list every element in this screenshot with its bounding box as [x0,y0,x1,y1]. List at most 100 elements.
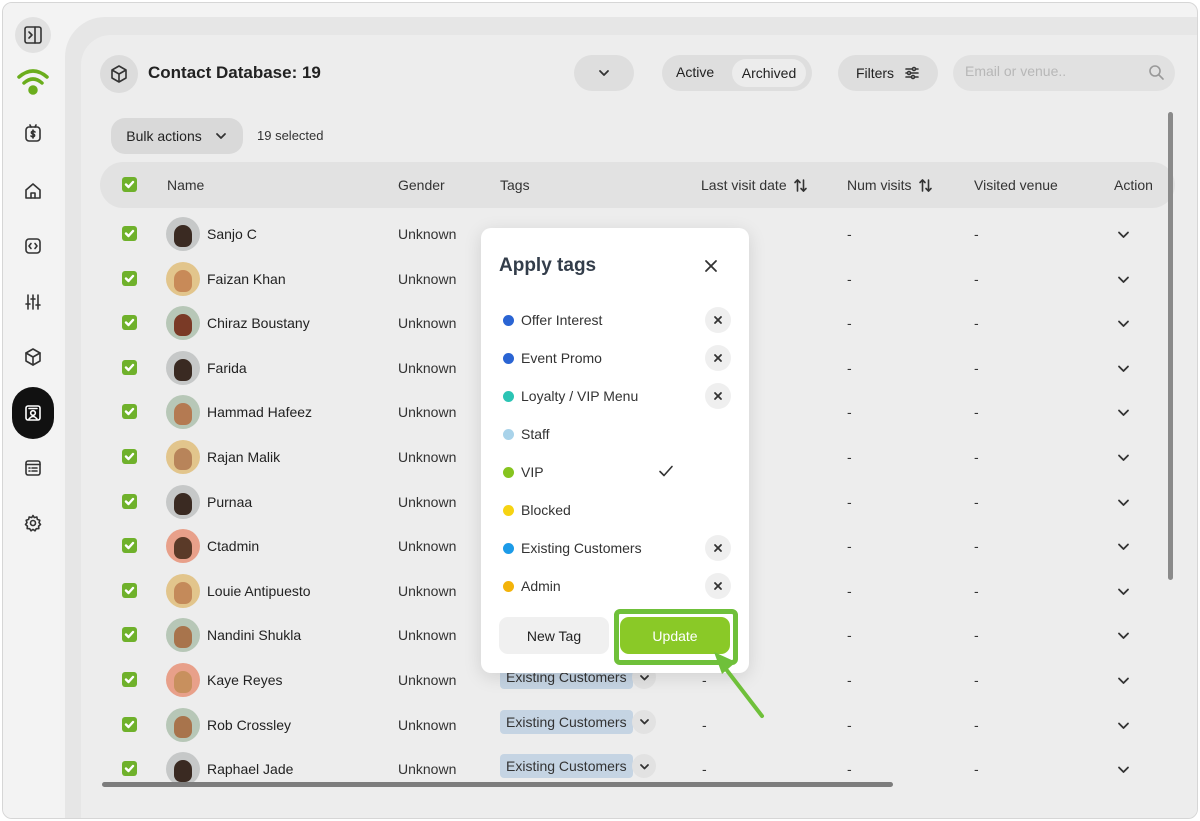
row-action-button[interactable] [1116,718,1131,738]
chevron-down-icon [599,70,609,76]
bulk-actions-button[interactable]: Bulk actions [111,118,243,154]
sidebar-item-billing[interactable] [15,115,51,151]
contact-name[interactable]: Kaye Reyes [207,672,282,688]
row-checkbox[interactable] [122,716,137,732]
remove-tag-button[interactable] [705,383,731,409]
close-dialog-button[interactable] [700,255,722,277]
contact-name[interactable]: Raphael Jade [207,761,293,777]
row-action-button[interactable] [1116,673,1131,693]
sidebar-item-adjustments[interactable] [15,284,51,320]
row-checkbox[interactable] [122,538,137,554]
new-tag-button[interactable]: New Tag [499,617,609,654]
remove-tag-button[interactable] [705,573,731,599]
row-action-button[interactable] [1116,450,1131,470]
row-checkbox[interactable] [122,672,137,687]
select-all-checkbox[interactable] [122,177,137,192]
page-title: Contact Database: 19 [148,63,321,82]
tag-option[interactable]: Existing Customers [499,533,731,563]
archived-tab[interactable]: Archived [732,59,806,87]
row-action-button[interactable] [1116,762,1131,782]
row-checkbox[interactable] [122,270,137,286]
column-header-name[interactable]: Name [167,177,204,193]
column-header-visited-venue[interactable]: Visited venue [974,177,1058,193]
column-header-num-visits[interactable]: Num visits [847,177,933,193]
close-icon [714,354,722,362]
horizontal-scrollbar[interactable] [102,782,893,787]
contact-name[interactable]: Chiraz Boustany [207,315,310,331]
remove-tag-button[interactable] [705,345,731,371]
sort-icon[interactable] [793,178,808,193]
sort-icon[interactable] [918,178,933,193]
row-action-button[interactable] [1116,227,1131,247]
tag-option[interactable]: Event Promo [499,343,731,373]
tag-option[interactable]: Loyalty / VIP Menu [499,381,731,411]
database-icon [100,55,138,93]
vertical-scrollbar[interactable] [1168,112,1173,580]
tag-option[interactable]: Admin [499,571,731,601]
column-header-tags[interactable]: Tags [500,177,530,193]
row-action-button[interactable] [1116,495,1131,515]
sidebar-item-contacts[interactable] [12,387,54,439]
sidebar-item-code[interactable] [15,228,51,264]
check-icon [124,586,135,594]
row-action-button[interactable] [1116,316,1131,336]
row-action-button[interactable] [1116,405,1131,425]
tag-dropdown-button[interactable] [632,754,656,779]
contact-name[interactable]: Louie Antipuesto [207,583,311,599]
table-row[interactable]: Rob Crossley Unknown Existing Customers - - - [100,702,1175,746]
contact-name[interactable]: Rajan Malik [207,449,280,465]
contact-name[interactable]: Faizan Khan [207,271,286,287]
contact-name[interactable]: Sanjo C [207,226,257,242]
row-action-button[interactable] [1116,361,1131,381]
tag-option[interactable]: Staff [499,419,731,449]
contact-name[interactable]: Rob Crossley [207,717,291,733]
row-checkbox[interactable] [122,226,137,241]
tag-dropdown-button[interactable] [632,709,656,734]
row-checkbox[interactable] [122,582,137,598]
num-visits-value: - [847,761,852,778]
contact-gender: Unknown [398,761,457,778]
sidebar-item-settings[interactable] [15,505,51,541]
num-visits-value: - [847,627,852,644]
column-header-gender[interactable]: Gender [398,177,445,193]
tag-option[interactable]: VIP [499,457,731,487]
row-checkbox[interactable] [122,627,137,643]
num-visits-value: - [847,449,852,465]
check-icon [124,631,135,639]
remove-tag-button[interactable] [705,307,731,333]
visited-venue-value: - [974,315,979,332]
contact-name[interactable]: Farida [207,360,247,376]
sidebar-item-home[interactable] [15,173,51,209]
column-header-last-visit[interactable]: Last visit date [701,177,808,193]
row-checkbox[interactable] [122,493,137,509]
contact-gender: Unknown [398,315,457,332]
chevron-down-icon [1118,320,1129,328]
contact-name[interactable]: Hammad Hafeez [207,404,312,420]
contact-name[interactable]: Ctadmin [207,538,259,554]
row-action-button[interactable] [1116,272,1131,292]
filters-button[interactable]: Filters [838,55,938,91]
row-action-button[interactable] [1116,539,1131,559]
active-tab[interactable]: Active [676,64,714,80]
database-dropdown-button[interactable] [574,55,634,91]
row-checkbox[interactable] [122,404,137,420]
row-action-button[interactable] [1116,584,1131,604]
sidebar-item-products[interactable] [15,339,51,375]
search-input[interactable] [965,63,1145,79]
remove-tag-button[interactable] [705,535,731,561]
row-checkbox[interactable] [122,761,137,777]
tag-option[interactable]: Offer Interest [499,305,731,335]
row-checkbox[interactable] [122,449,137,464]
row-checkbox[interactable] [122,359,137,375]
sidebar-item-reports[interactable] [15,450,51,486]
search-box [953,55,1175,91]
row-checkbox[interactable] [122,315,137,331]
expand-sidebar-button[interactable] [15,17,51,53]
chevron-down-icon [1118,766,1129,774]
column-header-action: Action [1114,177,1153,193]
checkmark-icon [659,465,673,477]
row-action-button[interactable] [1116,628,1131,648]
tag-option[interactable]: Blocked [499,495,731,525]
contact-name[interactable]: Nandini Shukla [207,627,301,643]
contact-name[interactable]: Purnaa [207,494,252,510]
